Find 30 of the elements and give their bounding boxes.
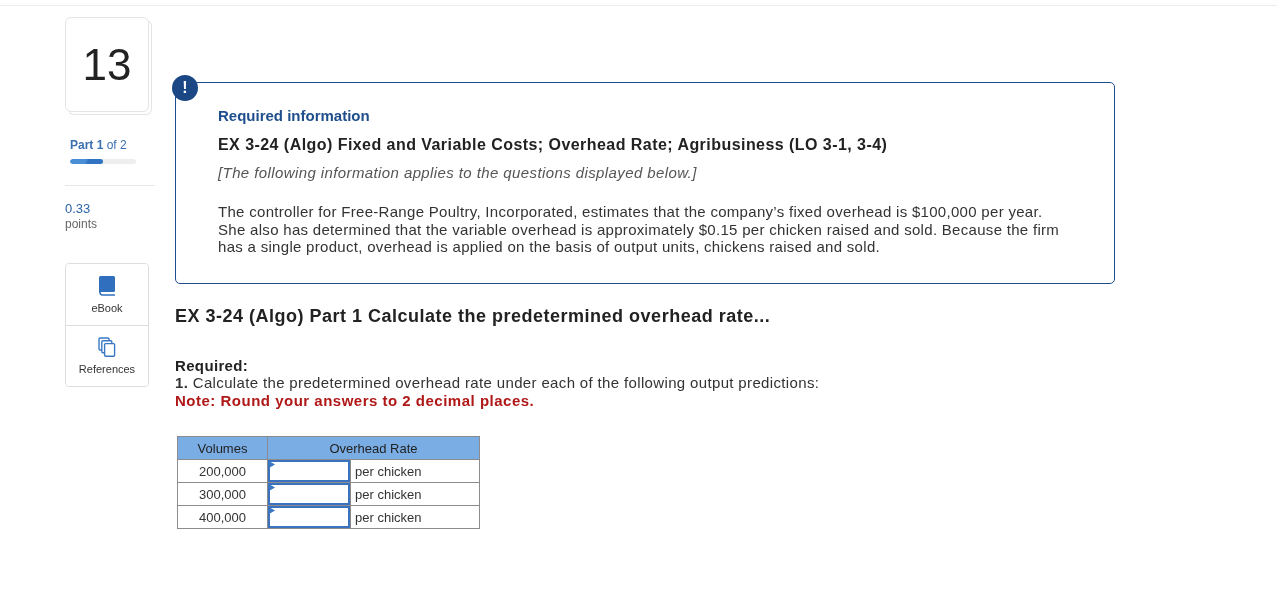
answer-field[interactable] [268, 506, 350, 528]
part-label: Part 1 of 2 [70, 138, 128, 152]
table-cell: 200,000 [177, 459, 268, 483]
part-heading: EX 3-24 (Algo) Part 1 Calculate the predetermined overhead rate... [175, 304, 772, 327]
info-subtitle: [The following information applies to the questions displayed below.] [218, 164, 698, 182]
info-title: EX 3-24 (Algo) Fixed and Variable Costs; Overhead Rate; Agribusiness (LO 3-1, 3-4) [218, 135, 889, 155]
book-icon [98, 275, 116, 296]
points-label: points [65, 217, 99, 232]
instruction-text: 1. Calculate the predetermined overhead rate under each of the following output predictions: [175, 374, 821, 392]
table-cell: per chicken [350, 482, 480, 506]
triangle-icon [269, 484, 275, 491]
triangle-icon [269, 461, 275, 468]
table-cell: 400,000 [177, 505, 268, 529]
info-paragraph: The controller for Free-Range Poultry, Incorporated, estimates that the company’s fixed overhead is $100,000 per year. She also has determined that the variable overhead is approximately $0.15 per chicken raised and sold. Because the firm has a single product, overhead is applied on the basis of output units, chickens raised and sold. [218, 203, 1061, 256]
info-heading: Required information [218, 107, 371, 125]
alert-badge: ! [172, 75, 198, 101]
note-text: Note: Round your answers to 2 decimal places. [175, 391, 536, 409]
question-number: 13 [82, 39, 132, 90]
table-cell: 300,000 [177, 482, 268, 506]
triangle-icon [269, 507, 275, 514]
pages-icon [98, 337, 116, 357]
column-header: Overhead Rate [267, 436, 480, 460]
references-button[interactable]: References [66, 325, 148, 386]
table-cell: per chicken [350, 505, 480, 529]
table-cell: per chicken [350, 459, 480, 483]
answer-field[interactable] [268, 483, 350, 505]
answer-field[interactable] [268, 460, 350, 482]
points-value: 0.33 [65, 201, 92, 217]
required-label: Required: [175, 356, 250, 374]
column-header: Volumes [177, 436, 268, 460]
